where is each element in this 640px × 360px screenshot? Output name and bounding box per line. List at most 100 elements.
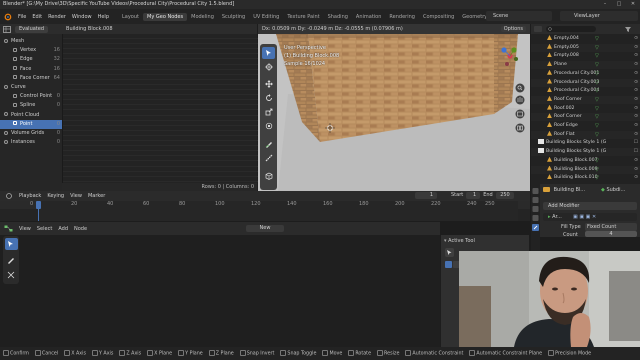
outliner-item[interactable]: Roof Flat ▽ ⊙: [531, 130, 640, 139]
menu-edit[interactable]: Edit: [29, 14, 45, 20]
select-mode-icon[interactable]: [445, 261, 452, 268]
minimize-button[interactable]: –: [598, 0, 612, 9]
domain-item[interactable]: Mesh: [0, 37, 62, 46]
scene-selector[interactable]: Scene: [486, 11, 552, 21]
tab-sculpting[interactable]: Sculpting: [218, 13, 249, 21]
menu-file[interactable]: File: [15, 14, 29, 20]
node-editor-canvas[interactable]: [0, 235, 440, 347]
node-links-cut-tool[interactable]: [5, 269, 18, 281]
rotate-tool[interactable]: [262, 92, 275, 104]
domain-item[interactable]: Spline 0: [0, 101, 62, 110]
current-frame-field[interactable]: 1: [415, 192, 437, 199]
menu-window[interactable]: Window: [69, 14, 95, 20]
tab-shading[interactable]: Shading: [324, 13, 352, 21]
visibility-eye-icon[interactable]: ⊙: [634, 35, 638, 43]
fill-type-dropdown[interactable]: Fixed Count: [585, 223, 637, 231]
tab-rendering[interactable]: Rendering: [385, 13, 419, 21]
visibility-eye-icon[interactable]: ⊙: [634, 131, 638, 139]
node-annotate-tool[interactable]: [5, 254, 18, 266]
tab-compositing[interactable]: Compositing: [419, 13, 458, 21]
menu-marker[interactable]: Marker: [88, 193, 105, 199]
domain-item[interactable]: Point Cloud: [0, 111, 62, 120]
domain-item[interactable]: Volume Grids 0: [0, 129, 62, 138]
start-frame-field[interactable]: 1: [466, 192, 481, 199]
menu-view[interactable]: View: [70, 193, 82, 199]
scale-tool[interactable]: [262, 106, 275, 118]
outliner-item[interactable]: Roof.002 ▽ ⊙: [531, 104, 640, 113]
blender-logo-icon[interactable]: [3, 12, 12, 21]
visibility-eye-icon[interactable]: ⊙: [634, 113, 638, 121]
menu-keying[interactable]: Keying: [47, 193, 64, 199]
outliner-item[interactable]: Building Blocks Style 1 (G ☐: [531, 148, 640, 157]
domain-item[interactable]: Curve: [0, 83, 62, 92]
tab-texture-paint[interactable]: Texture Paint: [283, 13, 323, 21]
options-dropdown[interactable]: Options: [500, 26, 526, 32]
tab-uv-editing[interactable]: UV Editing: [249, 13, 283, 21]
domain-item[interactable]: Point 0: [0, 119, 62, 129]
annotate-tool[interactable]: [262, 138, 275, 150]
view-layer-selector[interactable]: ViewLayer: [560, 11, 638, 21]
measure-tool[interactable]: [262, 152, 275, 164]
tab-layout[interactable]: Layout: [118, 13, 143, 21]
tab-modeling[interactable]: Modeling: [187, 13, 218, 21]
select-box-tool[interactable]: [262, 47, 275, 59]
menu-help[interactable]: Help: [95, 14, 112, 20]
domain-item[interactable]: Face Corner 64: [0, 74, 62, 83]
ne-menu-add[interactable]: Add: [58, 226, 68, 232]
visibility-eye-icon[interactable]: ⊙: [634, 96, 638, 104]
new-node-tree-button[interactable]: New: [246, 225, 284, 232]
close-button[interactable]: ✕: [626, 0, 640, 9]
outliner-item[interactable]: Building Block.010 ▽ ⊙: [531, 174, 640, 182]
end-frame-field[interactable]: 250: [495, 192, 514, 199]
visibility-eye-icon[interactable]: ⊙: [634, 87, 638, 95]
visibility-eye-icon[interactable]: ⊙: [634, 44, 638, 52]
visibility-eye-icon[interactable]: ⊙: [634, 61, 638, 69]
menu-playback[interactable]: Playback: [19, 193, 41, 199]
outliner-item[interactable]: Roof Corner ▽ ⊙: [531, 95, 640, 104]
visibility-eye-icon[interactable]: ☐: [634, 148, 638, 156]
evaluation-mode-dropdown[interactable]: Evaluated: [15, 25, 49, 33]
ne-menu-node[interactable]: Node: [74, 226, 87, 232]
tab-animation[interactable]: Animation: [352, 13, 386, 21]
visibility-eye-icon[interactable]: ⊙: [634, 70, 638, 78]
add-modifier-button[interactable]: Add Modifier: [543, 202, 637, 210]
visibility-eye-icon[interactable]: ⊙: [634, 122, 638, 130]
modifier-toggle-icons[interactable]: ▣ ▣ ▣ ✕: [573, 213, 596, 221]
outliner-item[interactable]: Roof Corner ▽ ⊙: [531, 113, 640, 122]
outliner-item[interactable]: Procedural City.001 ▽ ⊙: [531, 69, 640, 78]
ne-menu-view[interactable]: View: [19, 226, 31, 232]
outliner-item[interactable]: Procedural City.004 ▽ ⊙: [531, 87, 640, 95]
visibility-eye-icon[interactable]: ⊙: [634, 105, 638, 113]
move-tool[interactable]: [262, 78, 275, 90]
outliner-item[interactable]: Roof Edge ▽ ⊙: [531, 122, 640, 130]
timeline-editor-icon[interactable]: [5, 193, 13, 199]
node-editor-type-icon[interactable]: [4, 225, 13, 232]
array-modifier-header[interactable]: ▸ Ar... ▣ ▣ ▣ ✕: [543, 213, 637, 221]
maximize-button[interactable]: □: [612, 0, 626, 9]
outliner-item[interactable]: Empty.008 ▽ ⊙: [531, 52, 640, 60]
menu-render[interactable]: Render: [45, 14, 69, 20]
domain-item[interactable]: Vertex 16: [0, 46, 62, 55]
add-cube-tool[interactable]: [262, 170, 275, 182]
outliner-item[interactable]: Plane ▽ ⊙: [531, 61, 640, 70]
domain-item[interactable]: Instances 0: [0, 138, 62, 147]
visibility-eye-icon[interactable]: ⊙: [634, 157, 638, 165]
outliner-item[interactable]: Building Block.007 ▽ ⊙: [531, 156, 640, 165]
domain-item[interactable]: Face 16: [0, 65, 62, 74]
ne-menu-select[interactable]: Select: [37, 226, 52, 232]
outliner-item[interactable]: Building Blocks Style 1 (G ☐: [531, 139, 640, 147]
outliner-item[interactable]: Empty.005 ▽ ⊙: [531, 43, 640, 52]
visibility-eye-icon[interactable]: ⊙: [634, 166, 638, 174]
domain-item[interactable]: Control Point 0: [0, 92, 62, 101]
cursor-tool[interactable]: [262, 61, 275, 73]
domain-item[interactable]: Edge 32: [0, 55, 62, 64]
visibility-eye-icon[interactable]: ☐: [634, 139, 638, 147]
timeline-body[interactable]: [0, 201, 530, 221]
visibility-eye-icon[interactable]: ⊙: [634, 174, 638, 182]
active-tool-cursor-icon[interactable]: [445, 248, 454, 257]
editor-type-icon[interactable]: [3, 25, 11, 33]
tab-my-geo-nodes[interactable]: My Geo Nodes: [143, 12, 188, 21]
outliner-item[interactable]: Procedural City.003 ▽ ⊙: [531, 78, 640, 87]
outliner-item[interactable]: Building Block.009 ▽ ⊙: [531, 165, 640, 174]
outliner-item[interactable]: Empty.004 ▽ ⊙: [531, 35, 640, 43]
